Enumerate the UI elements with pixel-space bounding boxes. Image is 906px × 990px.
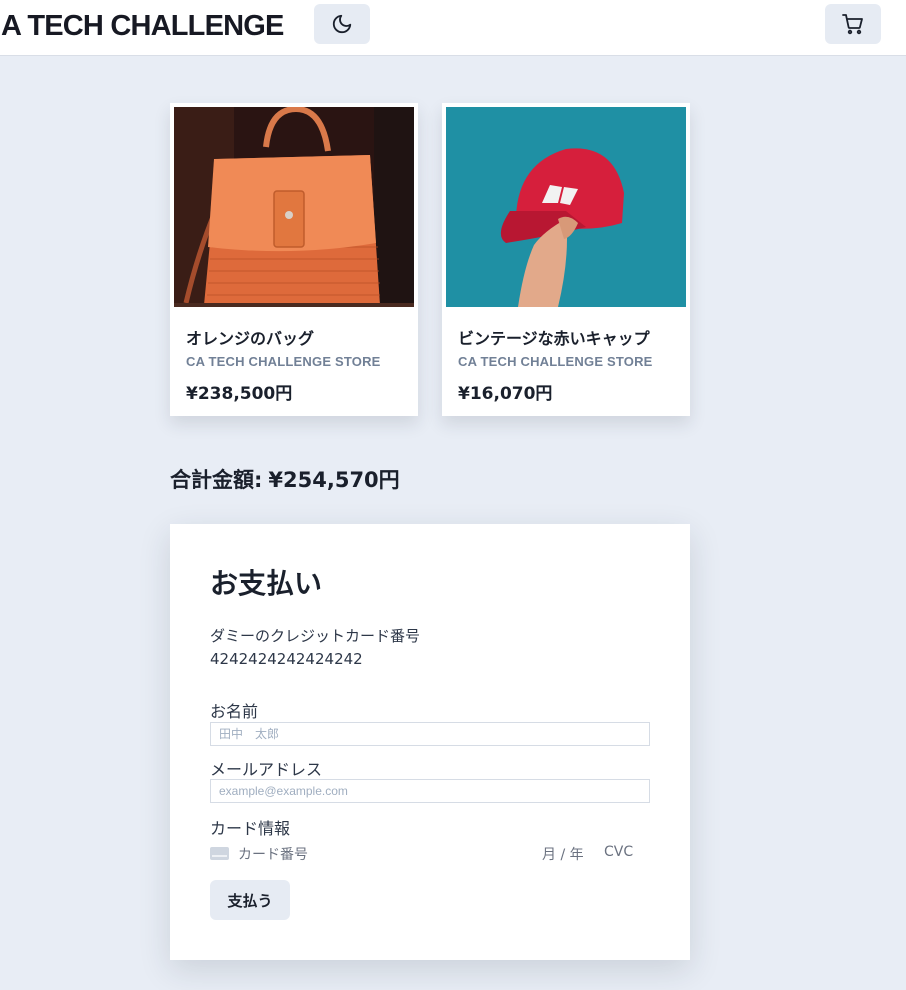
brand-title[interactable]: A TECH CHALLENGE bbox=[1, 6, 284, 46]
product-card-red-cap[interactable]: ビンテージな赤いキャップ CA TECH CHALLENGE STORE ¥16… bbox=[442, 103, 690, 416]
product-price: ¥238,500円 bbox=[186, 384, 293, 404]
product-name: オレンジのバッグ bbox=[186, 329, 315, 348]
cart-total: 合計金額: ¥254,570円 bbox=[170, 464, 400, 494]
card-number-input[interactable]: カード番号 bbox=[238, 844, 308, 864]
cart-button[interactable] bbox=[825, 4, 881, 44]
total-label: 合計金額: bbox=[170, 468, 263, 492]
product-name: ビンテージな赤いキャップ bbox=[458, 329, 650, 348]
credit-card-icon bbox=[210, 847, 229, 860]
name-input[interactable] bbox=[210, 722, 650, 746]
card-info-label: カード情報 bbox=[210, 819, 291, 838]
card-expiry-input[interactable]: 月 / 年 bbox=[542, 844, 584, 864]
total-value: ¥254,570円 bbox=[268, 468, 400, 492]
email-input[interactable] bbox=[210, 779, 650, 803]
product-store: CA TECH CHALLENGE STORE bbox=[458, 354, 653, 369]
card-element[interactable]: カード番号 月 / 年 CVC bbox=[210, 842, 650, 864]
product-store: CA TECH CHALLENGE STORE bbox=[186, 354, 381, 369]
top-header: A TECH CHALLENGE bbox=[0, 0, 906, 56]
dummy-card-label: ダミーのクレジットカード番号 bbox=[210, 627, 421, 645]
product-card-orange-bag[interactable]: オレンジのバッグ CA TECH CHALLENGE STORE ¥238,50… bbox=[170, 103, 418, 416]
orange-bag-image bbox=[174, 107, 414, 307]
email-label: メールアドレス bbox=[210, 760, 323, 779]
dummy-card-number: 4242424242424242 bbox=[210, 650, 363, 668]
cart-icon bbox=[842, 14, 863, 35]
red-cap-image bbox=[446, 107, 686, 307]
pay-button[interactable]: 支払う bbox=[210, 880, 290, 920]
payment-panel: お支払い ダミーのクレジットカード番号 4242424242424242 お名前… bbox=[170, 524, 690, 960]
moon-icon bbox=[332, 14, 352, 34]
theme-toggle-button[interactable] bbox=[314, 4, 370, 44]
product-price: ¥16,070円 bbox=[458, 384, 553, 404]
payment-title: お支払い bbox=[210, 567, 323, 600]
name-label: お名前 bbox=[210, 702, 259, 721]
card-cvc-input[interactable]: CVC bbox=[604, 844, 633, 860]
